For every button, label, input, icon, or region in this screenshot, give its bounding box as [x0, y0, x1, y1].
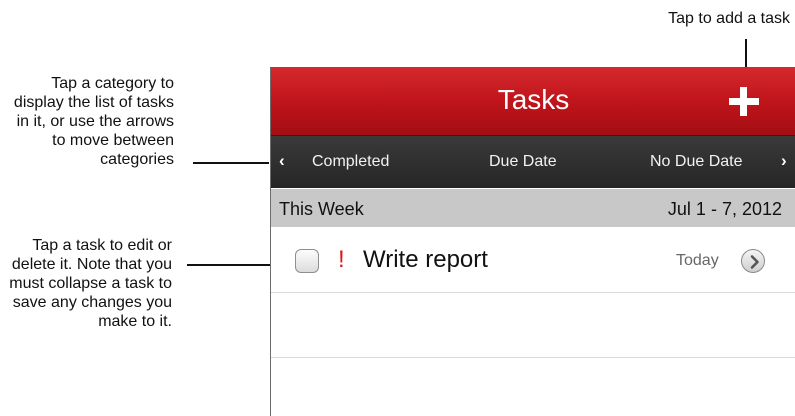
empty-row — [271, 293, 795, 358]
task-due-label: Today — [676, 252, 719, 269]
chevron-left-icon[interactable]: ‹ — [279, 152, 285, 170]
section-title: This Week — [279, 199, 364, 219]
chevron-right-circle-icon[interactable] — [741, 249, 765, 273]
category-completed[interactable]: Completed — [312, 153, 389, 171]
section-date-range: Jul 1 - 7, 2012 — [667, 199, 782, 219]
empty-row — [271, 359, 795, 416]
category-bar: ‹ Completed Due Date No Due Date › — [271, 136, 795, 188]
callout-category: Tap a category to display the list of ta… — [13, 75, 174, 168]
callout-leader-line — [193, 162, 269, 164]
task-title: Write report — [363, 246, 488, 273]
section-header: This Week Jul 1 - 7, 2012 — [271, 189, 795, 227]
task-checkbox[interactable] — [295, 249, 319, 273]
category-no-due-date[interactable]: No Due Date — [650, 153, 743, 171]
chevron-right-icon[interactable]: › — [781, 152, 787, 170]
category-due-date[interactable]: Due Date — [489, 153, 557, 171]
callout-task: Tap a task to edit or delete it. Note th… — [9, 237, 172, 330]
add-task-button[interactable] — [727, 86, 761, 116]
callout-add-task: Tap to add a task — [668, 10, 790, 27]
page-title: Tasks — [497, 84, 570, 115]
priority-icon: ! — [338, 246, 345, 273]
task-row[interactable]: ! Write report Today — [271, 228, 795, 293]
navigation-bar: Tasks — [271, 67, 795, 136]
phone-screen: Tasks ‹ Completed Due Date No Due Date ›… — [270, 67, 795, 416]
